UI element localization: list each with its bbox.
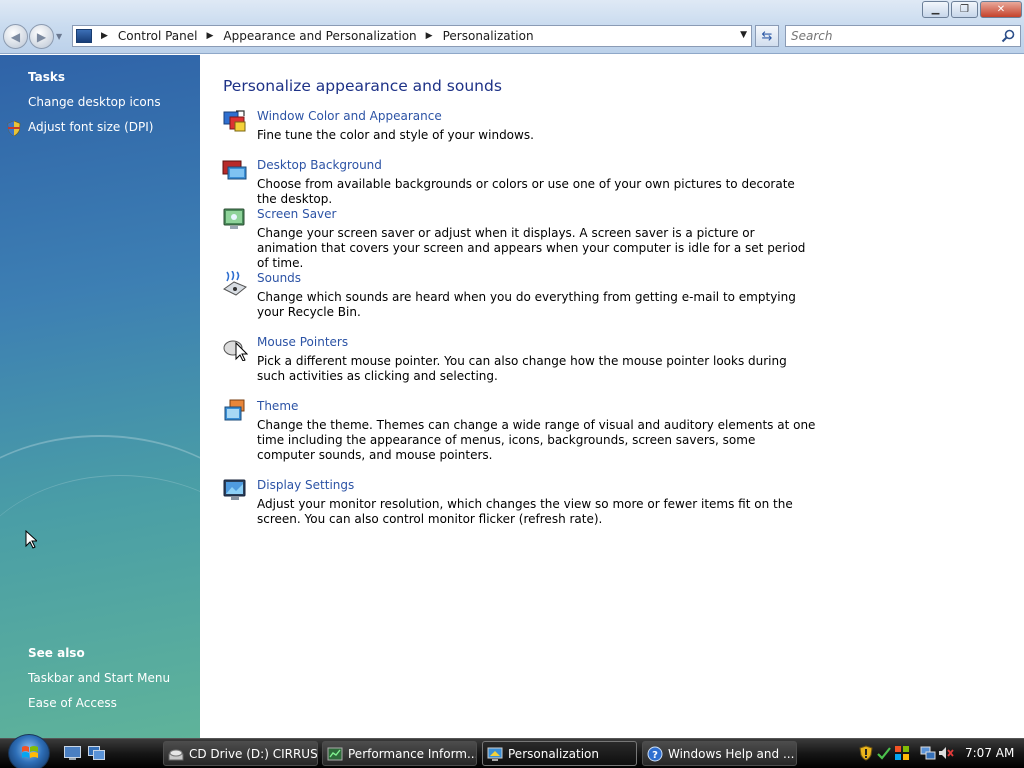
theme-icon	[224, 399, 245, 421]
taskbar-button-cd-drive[interactable]: CD Drive (D:) CIRRUS	[163, 741, 318, 766]
back-arrow-icon: ◀	[10, 29, 21, 44]
desktop-background-icon	[222, 160, 247, 180]
window-controls: ▁ ❐ ✕	[922, 1, 1022, 18]
performance-icon	[327, 747, 343, 760]
breadcrumb: ▶ Control Panel ▶ Appearance and Persona…	[92, 29, 534, 43]
search-box	[785, 25, 1021, 47]
forward-button[interactable]: ▶	[29, 24, 54, 49]
adjust-font-size-link[interactable]: Adjust font size (DPI)	[28, 120, 153, 134]
security-shield-icon[interactable]	[858, 745, 874, 761]
sounds-link[interactable]: Sounds	[257, 271, 301, 285]
theme-link[interactable]: Theme	[257, 399, 298, 413]
taskbar-button-windows-help[interactable]: ? Windows Help and ...	[642, 741, 797, 766]
ease-of-access-link[interactable]: Ease of Access	[28, 696, 117, 710]
help-icon: ?	[647, 746, 663, 761]
show-desktop-icon[interactable]	[64, 746, 81, 760]
breadcrumb-separator-icon[interactable]: ▶	[207, 31, 214, 41]
breadcrumb-appearance-and-personalization[interactable]: Appearance and Personalization	[223, 29, 416, 43]
see-also-heading: See also	[28, 646, 85, 660]
item-description: Change the theme. Themes can change a wi…	[257, 418, 816, 462]
title-bar: ▁ ❐ ✕ ◀ ▶ ▼ ▶ Control Panel ▶ Appearance…	[0, 0, 1024, 54]
mouse-cursor-icon	[25, 530, 37, 549]
taskbar-button-label: Windows Help and ...	[668, 746, 795, 761]
search-input[interactable]	[786, 26, 996, 46]
screen-saver-icon	[223, 208, 245, 229]
personalization-icon	[487, 747, 503, 761]
page-title: Personalize appearance and sounds	[223, 77, 502, 95]
desktop-background-link[interactable]: Desktop Background	[257, 158, 382, 172]
sounds-icon	[223, 271, 247, 296]
address-dropdown-icon[interactable]: ▼	[740, 30, 747, 40]
volume-muted-icon[interactable]	[938, 745, 954, 761]
refresh-button[interactable]: ⇆	[755, 25, 779, 47]
windows-logo-icon	[22, 746, 38, 758]
windows-flag-icon[interactable]	[894, 745, 910, 761]
item-description: Fine tune the color and style of your wi…	[257, 128, 534, 142]
display-settings-link[interactable]: Display Settings	[257, 478, 354, 492]
taskbar: CD Drive (D:) CIRRUS Performance Inform.…	[0, 734, 1024, 768]
network-check-icon[interactable]	[876, 745, 892, 761]
window-color-and-appearance-link[interactable]: Window Color and Appearance	[257, 109, 442, 123]
start-button[interactable]	[8, 734, 50, 768]
cd-drive-icon	[168, 749, 184, 760]
svg-text:?: ?	[652, 750, 658, 761]
back-button[interactable]: ◀	[3, 24, 28, 49]
search-icon[interactable]	[1001, 29, 1015, 43]
item-description: Choose from available backgrounds or col…	[257, 177, 795, 206]
breadcrumb-separator-icon[interactable]: ▶	[101, 31, 108, 41]
forward-arrow-icon: ▶	[36, 29, 47, 44]
screen-saver-link[interactable]: Screen Saver	[257, 207, 336, 221]
window-color-icon	[223, 110, 246, 132]
taskbar-button-label: Personalization	[508, 746, 599, 761]
breadcrumb-personalization[interactable]: Personalization	[443, 29, 534, 43]
refresh-icon: ⇆	[761, 28, 773, 44]
mouse-pointers-link[interactable]: Mouse Pointers	[257, 335, 348, 349]
main-content: Personalize appearance and sounds Window…	[200, 55, 1024, 738]
display-settings-icon	[223, 479, 246, 500]
item-description: Pick a different mouse pointer. You can …	[257, 354, 787, 383]
item-description: Change which sounds are heard when you d…	[257, 290, 796, 319]
change-desktop-icons-link[interactable]: Change desktop icons	[28, 95, 161, 109]
switch-windows-icon[interactable]	[88, 746, 105, 760]
recent-pages-dropdown[interactable]: ▼	[56, 32, 62, 41]
uac-shield-icon	[7, 121, 21, 136]
close-button[interactable]: ✕	[980, 1, 1022, 18]
taskbar-button-label: Performance Inform...	[348, 746, 477, 761]
taskbar-button-personalization[interactable]: Personalization	[482, 741, 637, 766]
system-clock[interactable]: 7:07 AM	[965, 746, 1014, 760]
navigation-buttons: ◀ ▶ ▼	[3, 24, 62, 49]
maximize-button[interactable]: ❐	[951, 1, 978, 18]
taskbar-button-label: CD Drive (D:) CIRRUS	[189, 746, 318, 761]
taskbar-and-start-menu-link[interactable]: Taskbar and Start Menu	[28, 671, 170, 685]
item-description: Adjust your monitor resolution, which ch…	[257, 497, 793, 526]
item-description: Change your screen saver or adjust when …	[257, 226, 806, 270]
minimize-button[interactable]: ▁	[922, 1, 949, 18]
tasks-heading: Tasks	[28, 70, 66, 84]
network-icon[interactable]	[920, 745, 936, 761]
address-bar[interactable]: ▶ Control Panel ▶ Appearance and Persona…	[72, 25, 752, 47]
breadcrumb-control-panel[interactable]: Control Panel	[118, 29, 198, 43]
mouse-pointers-icon	[223, 340, 248, 361]
taskbar-button-performance[interactable]: Performance Inform...	[322, 741, 477, 766]
control-panel-icon	[76, 29, 92, 43]
breadcrumb-separator-icon[interactable]: ▶	[426, 31, 433, 41]
task-pane: Tasks Change desktop icons Adjust font s…	[0, 55, 200, 738]
